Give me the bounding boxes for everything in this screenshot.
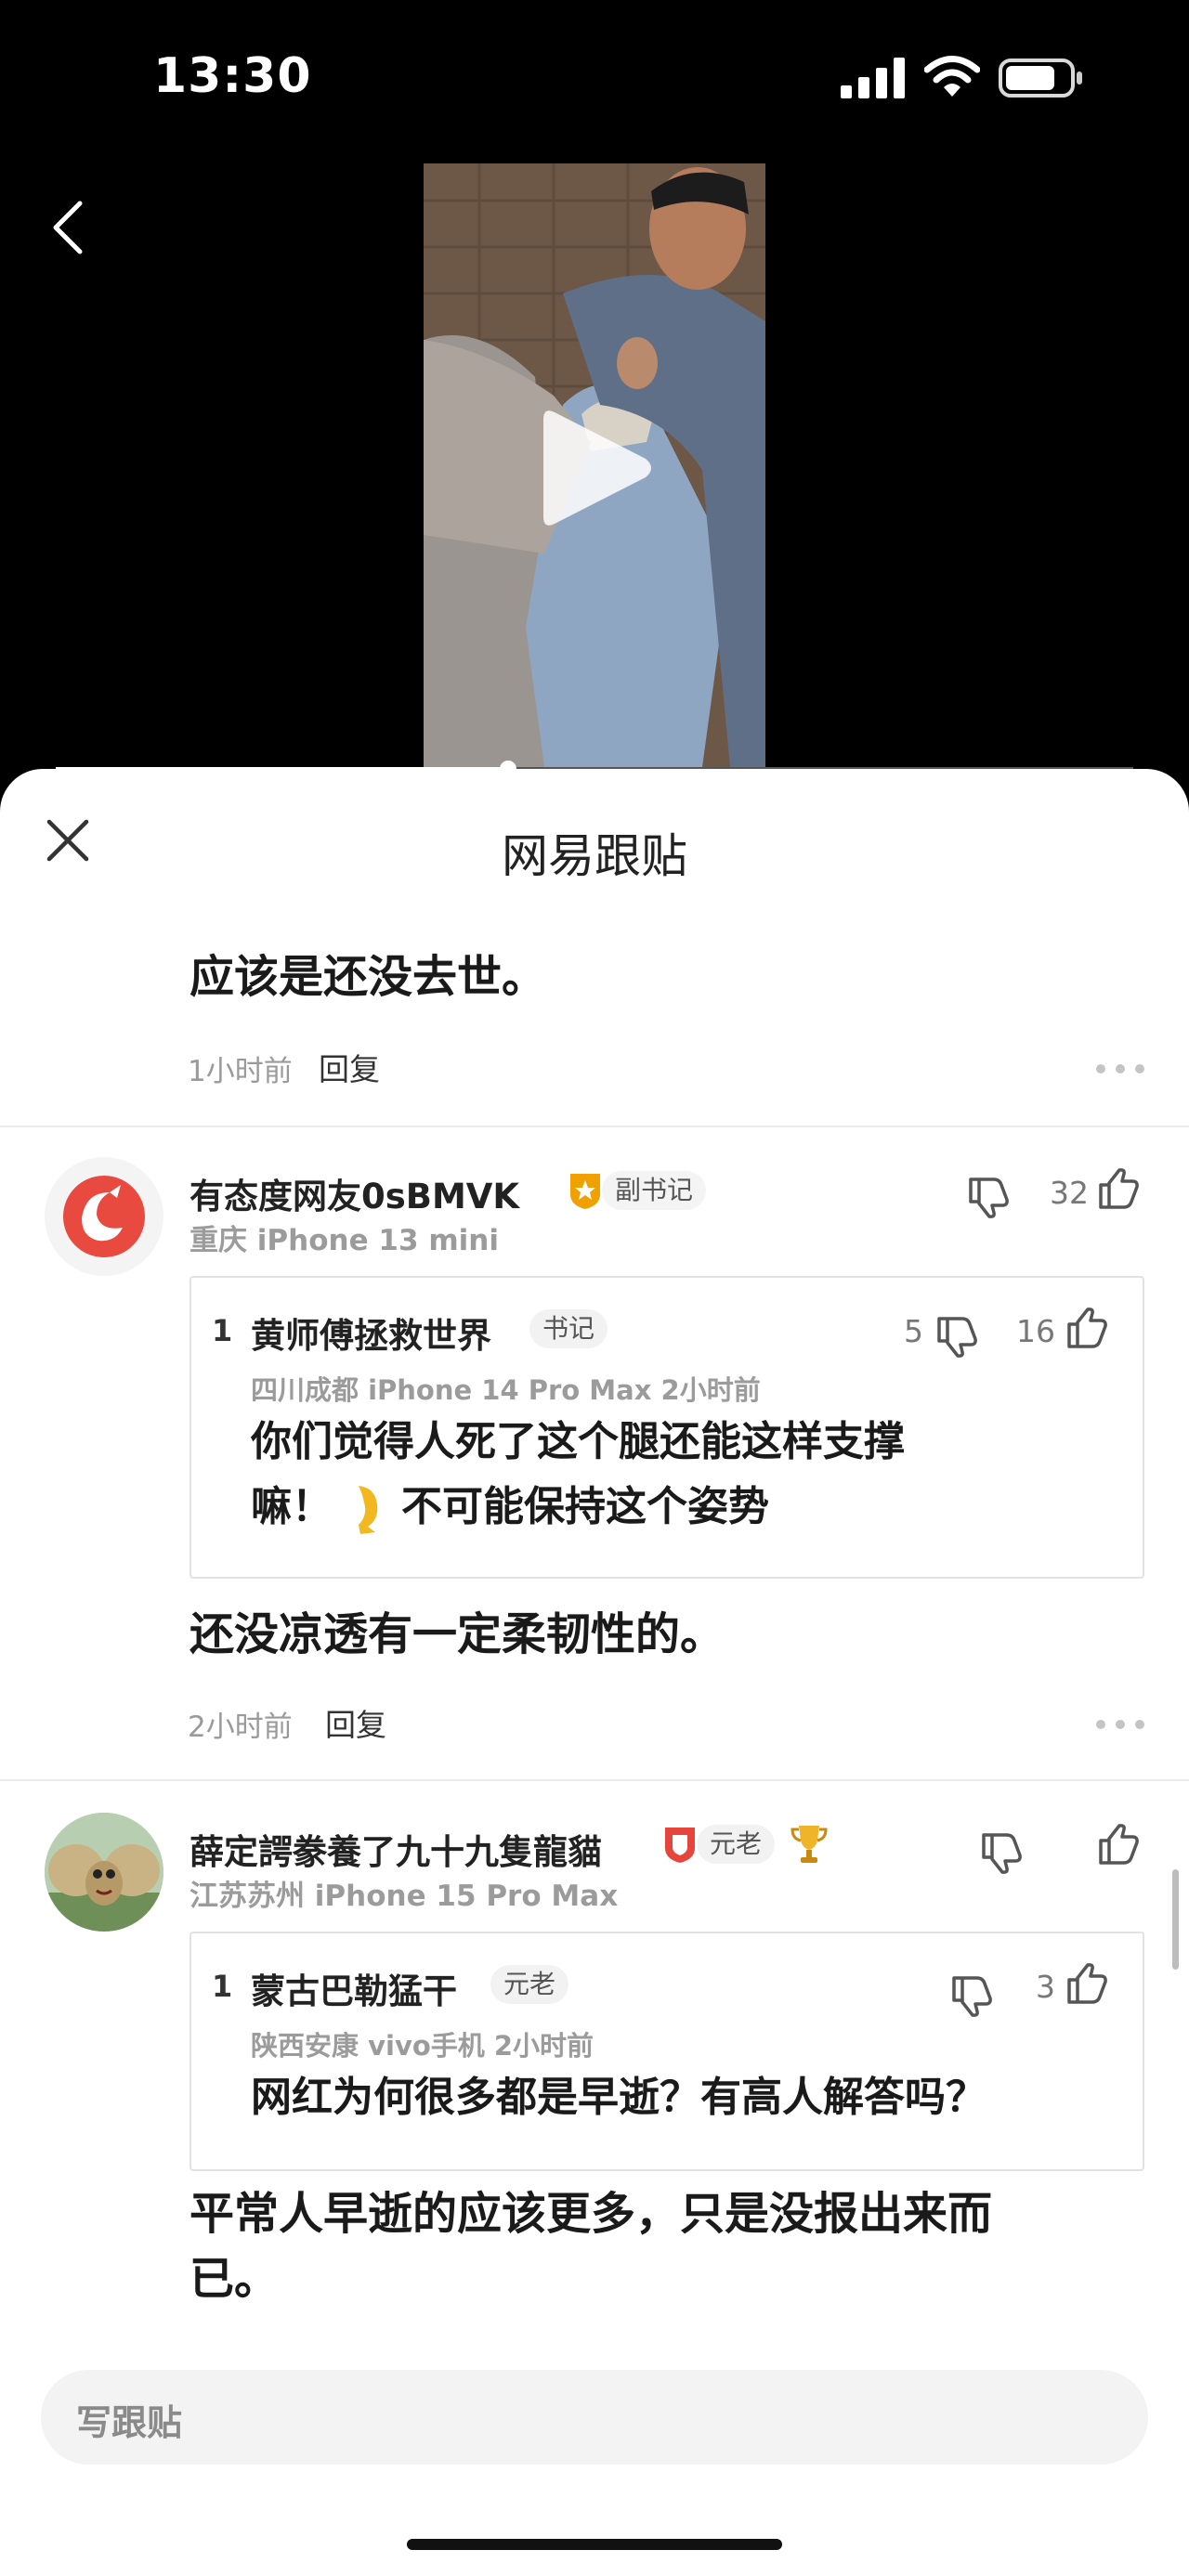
status-time: 13:30 (153, 48, 312, 104)
username[interactable]: 薛定諤豢養了九十九隻龍貓 (189, 1824, 602, 1874)
quote-meta: 陕西安康 vivo手机 2小时前 (251, 2030, 594, 2062)
quote-user-rank-badge: 元老 (490, 1965, 569, 2004)
netease-avatar-icon (63, 1176, 145, 1257)
battery-icon (999, 59, 1082, 98)
more-options-icon[interactable] (1096, 1064, 1144, 1075)
quote-text-line: 嘛！ (251, 1483, 333, 1530)
divider (0, 1779, 1189, 1781)
quote-text-line: 不可能保持这个姿势 (401, 1483, 769, 1530)
quoted-comment[interactable]: 1 蒙古巴勒猛干 元老 3 陕西安康 vivo手机 2小时前 网红为何很多都是早… (189, 1932, 1144, 2171)
user-rank-badge: 副书记 (602, 1171, 707, 1210)
like-count: 32 (1050, 1175, 1089, 1211)
quote-index: 1 (212, 1969, 233, 2004)
thumb-down-icon[interactable] (966, 1176, 1013, 1218)
quote-like-count: 16 (1016, 1313, 1055, 1349)
quote-text: 网红为何很多都是早逝？有高人解答吗？ (251, 2074, 986, 2121)
comment-time: 1小时前 (188, 1055, 293, 1088)
scrollbar[interactable] (1172, 1869, 1179, 1970)
comment-time: 2小时前 (188, 1711, 293, 1744)
more-options-icon[interactable] (1096, 1720, 1144, 1731)
reply-button[interactable]: 回复 (319, 1045, 380, 1089)
user-rank-badge: 元老 (697, 1825, 776, 1864)
wifi-icon (924, 56, 980, 97)
user-location-device: 重庆 iPhone 13 mini (189, 1224, 499, 1257)
status-bar: 13:30 (0, 0, 1189, 158)
avatar[interactable] (45, 1813, 163, 1932)
thumb-down-icon[interactable] (979, 1831, 1026, 1874)
username[interactable]: 有态度网友0sBMVK (189, 1168, 519, 1218)
trophy-icon (790, 1826, 828, 1863)
avatar-image (45, 1813, 163, 1932)
cellular-signal-icon (841, 58, 905, 98)
quote-text-line: 你们觉得人死了这个腿还能这样支撑 (251, 1418, 905, 1465)
comments-sheet: 网易跟贴 应该是还没去世。 1小时前 回复 有态度网友0sBMVK 副书记 重庆… (0, 769, 1189, 2576)
divider (0, 1125, 1189, 1127)
compose-placeholder: 写跟贴 (76, 2402, 183, 2443)
user-location-device: 江苏苏州 iPhone 15 Pro Max (189, 1880, 619, 1913)
thumb-up-icon[interactable] (1096, 1168, 1143, 1211)
quote-dislike-count: 5 (904, 1313, 923, 1349)
comment-text-line: 已。 (189, 2253, 280, 2305)
quote-index: 1 (212, 1313, 233, 1348)
shield-badge-icon (665, 1828, 695, 1863)
comment-text: 还没凉透有一定柔韧性的。 (189, 1608, 725, 1660)
star-shield-badge-icon (570, 1174, 600, 1209)
comment-text: 应该是还没去世。 (189, 951, 547, 1003)
quoted-comment[interactable]: 1 黄师傅拯救世界 书记 5 16 四川成都 iPhone 14 Pro Max… (189, 1276, 1144, 1579)
back-chevron-icon[interactable] (46, 200, 93, 255)
quote-meta: 四川成都 iPhone 14 Pro Max 2小时前 (251, 1374, 761, 1406)
play-icon[interactable] (536, 399, 657, 537)
quote-username[interactable]: 黄师傅拯救世界 (251, 1308, 491, 1358)
quote-like-count: 3 (1036, 1969, 1055, 2005)
thumb-up-icon[interactable] (1065, 1963, 1111, 2006)
thumb-down-icon[interactable] (949, 1974, 996, 2017)
quote-username[interactable]: 蒙古巴勒猛干 (251, 1963, 457, 2013)
thumb-up-icon[interactable] (1065, 1308, 1111, 1350)
thumb-down-icon[interactable] (934, 1315, 981, 1358)
leg-emoji-icon (359, 1486, 378, 1534)
thumb-up-icon[interactable] (1096, 1824, 1143, 1867)
comment-text-line: 平常人早逝的应该更多，只是没报出来而 (189, 2188, 993, 2240)
home-indicator (407, 2539, 782, 2550)
avatar[interactable] (45, 1157, 163, 1276)
compose-comment-input[interactable]: 写跟贴 (41, 2370, 1148, 2465)
quote-user-rank-badge: 书记 (529, 1309, 608, 1348)
sheet-title: 网易跟贴 (502, 829, 687, 883)
reply-button[interactable]: 回复 (325, 1700, 386, 1745)
